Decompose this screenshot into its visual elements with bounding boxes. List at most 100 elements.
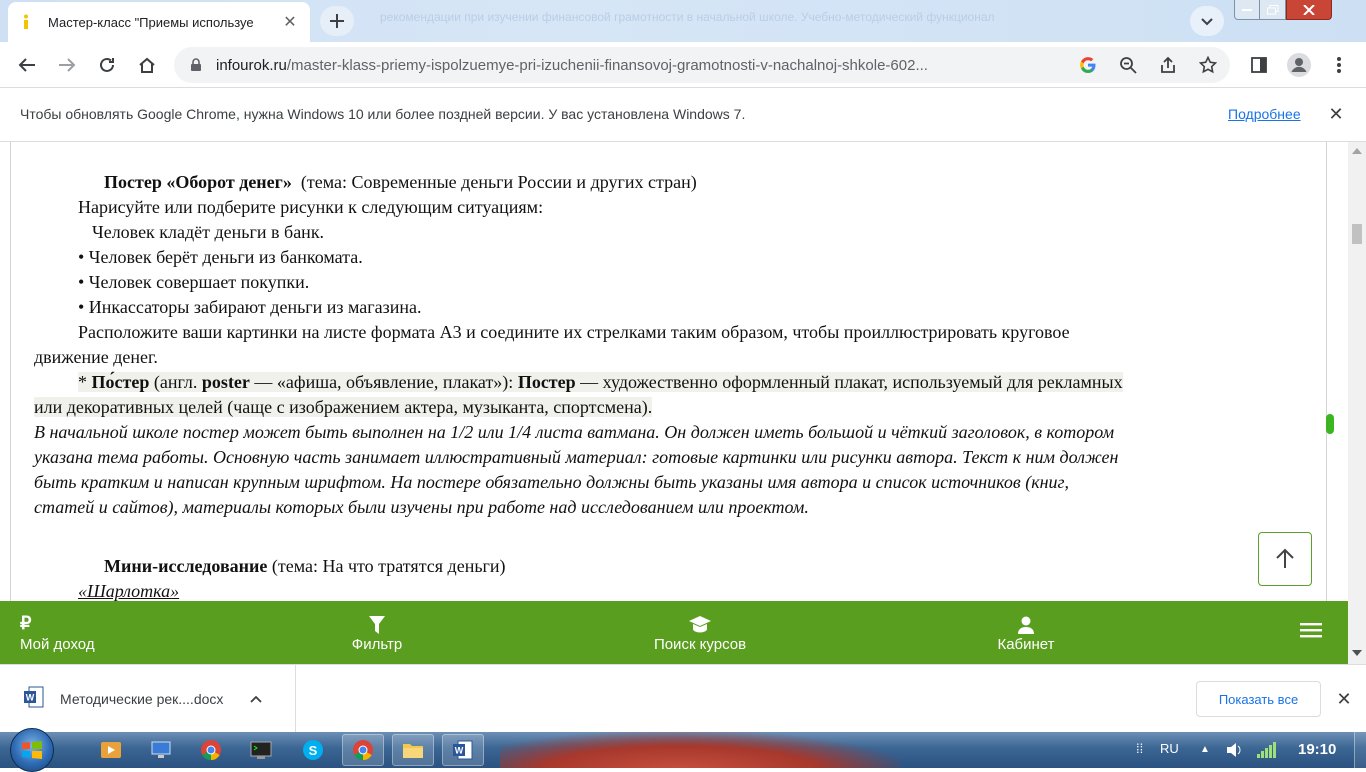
- infobar-close-icon[interactable]: ✕: [1326, 104, 1346, 124]
- window-restore-button[interactable]: [1260, 0, 1286, 20]
- tab-search-button[interactable]: [1190, 6, 1224, 36]
- side-panel-button[interactable]: [1244, 50, 1274, 80]
- browser-tab[interactable]: Мастер-класс "Приемы используе ✕: [8, 2, 310, 42]
- def-en: poster: [201, 372, 250, 392]
- show-desktop-button[interactable]: [1354, 732, 1366, 768]
- infobar-message: Чтобы обновлять Google Chrome, нужна Win…: [20, 106, 746, 122]
- def-lang: (англ.: [149, 372, 202, 392]
- nav-course-search-label: Поиск курсов: [653, 636, 747, 653]
- scroll-down-icon[interactable]: [1352, 650, 1362, 656]
- volume-icon[interactable]: [1226, 742, 1244, 763]
- chevron-up-icon[interactable]: [246, 689, 266, 709]
- definition-line-1: * По́стер (англ. poster — «афиша, объявл…: [34, 370, 1304, 395]
- tray-lang-grip-icon: ⁞⁞: [1136, 741, 1144, 756]
- nav-my-income[interactable]: ₽ Мой доход: [20, 601, 104, 664]
- restore-icon: [1266, 4, 1278, 14]
- tray-expand-icon[interactable]: ▲: [1200, 744, 1210, 755]
- poster-heading: Постер «Оборот денег» (тема: Современные…: [34, 170, 1304, 195]
- scroll-up-icon[interactable]: [1352, 148, 1362, 154]
- def-term: По́стер: [91, 372, 150, 392]
- document-content: Постер «Оборот денег» (тема: Современные…: [34, 170, 1304, 604]
- scroll-to-top-button[interactable]: [1258, 532, 1312, 586]
- word-icon: W: [453, 740, 473, 760]
- home-button[interactable]: [132, 50, 162, 80]
- nav-my-income-label: Мой доход: [20, 636, 95, 653]
- kebab-menu-icon: [1337, 57, 1341, 73]
- profile-button[interactable]: [1284, 50, 1314, 80]
- url-text[interactable]: infourok.ru/master-klass-priemy-ispolzue…: [216, 57, 1066, 74]
- sharlotka-link[interactable]: «Шарлотка»: [78, 581, 179, 601]
- update-infobar: Чтобы обновлять Google Chrome, нужна Win…: [0, 88, 1366, 142]
- tray-clock[interactable]: 19:10: [1298, 741, 1336, 758]
- filter-icon: [369, 612, 385, 634]
- media-player-icon: [101, 742, 121, 758]
- nav-course-search[interactable]: Поиск курсов: [646, 601, 754, 664]
- taskbar-network-app[interactable]: [140, 734, 182, 766]
- page-frame-right: [1326, 142, 1327, 602]
- window-close-button[interactable]: [1286, 0, 1332, 20]
- page-scroll-indicator: [1326, 414, 1334, 434]
- taskbar-terminal[interactable]: [240, 734, 282, 766]
- taskbar-chrome-active[interactable]: [342, 734, 384, 766]
- download-shelf-close-icon[interactable]: ✕: [1334, 689, 1354, 709]
- hamburger-icon: [1300, 623, 1322, 638]
- nav-filter[interactable]: Фильтр: [336, 601, 418, 664]
- arrange-line-2: движение денег.: [34, 347, 158, 367]
- home-icon: [139, 57, 155, 73]
- star-icon[interactable]: [1198, 55, 1218, 75]
- graduation-cap-icon: [689, 612, 711, 634]
- situation-2: • Человек берёт деньги из банкомата.: [78, 247, 363, 267]
- back-button[interactable]: [12, 50, 42, 80]
- zoom-icon[interactable]: [1118, 55, 1138, 75]
- mini-heading: Мини-исследование (тема: На что тратятся…: [34, 554, 1304, 579]
- taskbar-chrome[interactable]: [190, 734, 232, 766]
- taskbar-explorer[interactable]: [392, 734, 434, 766]
- vertical-scrollbar[interactable]: [1348, 142, 1366, 664]
- taskbar-word[interactable]: W: [442, 734, 484, 766]
- minimize-icon: [1242, 8, 1252, 11]
- infobar-more-link[interactable]: Подробнее: [1228, 106, 1301, 122]
- skype-icon: S: [303, 740, 323, 760]
- nav-cabinet[interactable]: Кабинет: [990, 601, 1062, 664]
- def-meaning: — «афиша, объявление, плакат»):: [249, 372, 518, 392]
- google-icon[interactable]: [1078, 55, 1098, 75]
- def-rest-2: или декоративных целей (чаще с изображен…: [34, 397, 653, 417]
- lock-icon[interactable]: [188, 57, 204, 73]
- window-minimize-button[interactable]: [1234, 0, 1260, 20]
- reload-button[interactable]: [92, 50, 122, 80]
- browser-toolbar: infourok.ru/master-klass-priemy-ispolzue…: [0, 42, 1366, 88]
- folder-icon: [403, 744, 423, 758]
- network-signal-icon[interactable]: [1256, 742, 1276, 763]
- computer-icon: [151, 741, 171, 758]
- new-tab-button[interactable]: [320, 6, 354, 36]
- tab-close-icon[interactable]: ✕: [280, 12, 300, 32]
- nav-filter-label: Фильтр: [351, 636, 403, 653]
- mini-title: Мини-исследование: [104, 556, 268, 576]
- download-item[interactable]: W Методические рек....docx: [0, 665, 296, 733]
- italic-line-1: В начальной школе постер может быть выпо…: [34, 422, 1115, 442]
- def-rest-1: — художественно оформленный плакат, испо…: [575, 372, 1123, 392]
- tray-language[interactable]: RU: [1160, 741, 1179, 756]
- url-path: /master-klass-priemy-ispolzuemye-pri-izu…: [286, 56, 928, 74]
- address-bar[interactable]: infourok.ru/master-klass-priemy-ispolzue…: [174, 47, 1230, 83]
- show-all-downloads-button[interactable]: Показать все: [1196, 681, 1321, 717]
- start-button[interactable]: [10, 728, 54, 772]
- forward-button[interactable]: [52, 50, 82, 80]
- background-banner-text: рекомендации при изучении финансовой гра…: [380, 10, 995, 24]
- taskbar-media-player[interactable]: [90, 734, 132, 766]
- tab-strip: рекомендации при изучении финансовой гра…: [0, 0, 1366, 42]
- word-file-icon: W: [24, 686, 44, 713]
- scrollbar-thumb[interactable]: [1352, 224, 1362, 244]
- arrow-up-icon: [1276, 548, 1294, 568]
- situation-4: • Инкассаторы забирают деньги из магазин…: [78, 297, 422, 317]
- instruction: Нарисуйте или подберите рисунки к следую…: [78, 197, 544, 217]
- web-page: Постер «Оборот денег» (тема: Современные…: [0, 142, 1348, 664]
- taskbar-skype[interactable]: S: [292, 734, 334, 766]
- hamburger-menu-button[interactable]: [1300, 621, 1330, 645]
- share-icon[interactable]: [1158, 55, 1178, 75]
- terminal-icon: [250, 741, 272, 759]
- infourok-favicon-icon: [18, 14, 34, 30]
- svg-text:W: W: [26, 692, 35, 702]
- browser-menu-button[interactable]: [1324, 50, 1354, 80]
